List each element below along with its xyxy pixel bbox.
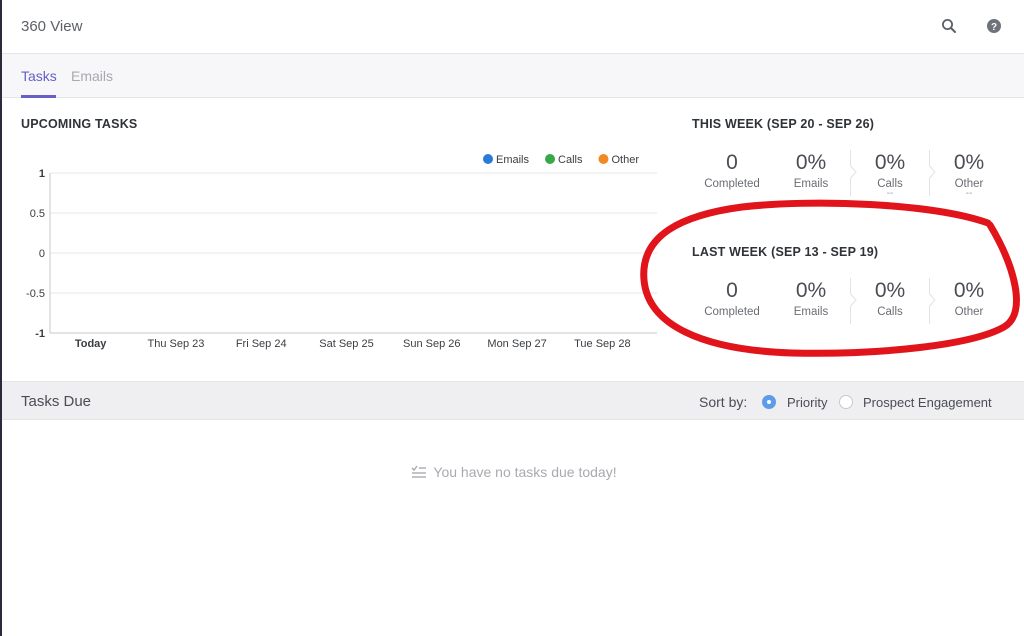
last-week-calls: 0% Calls: [850, 278, 930, 318]
tab-bar: Tasks Emails: [2, 54, 1024, 98]
y-tick-label: 0.5: [30, 208, 45, 220]
legend-marker-calls: [545, 154, 556, 164]
last-week-stats: 0 Completed 0% Emails 0% Calls 0% Other: [692, 278, 1012, 338]
svg-text:?: ?: [991, 22, 997, 33]
stat-label: Emails: [793, 306, 829, 318]
this-week-emails: 0% Emails: [771, 150, 851, 190]
search-icon[interactable]: [940, 17, 958, 35]
stat-label: Other: [954, 306, 984, 318]
prospect-engagement-radio[interactable]: [839, 395, 853, 409]
empty-message: You have no tasks due today!: [433, 464, 617, 480]
priority-radio[interactable]: [762, 395, 776, 409]
legend-marker-other: [598, 154, 609, 164]
legend-marker-emails: [483, 154, 493, 164]
prospect-engagement-radio-label[interactable]: Prospect Engagement: [863, 395, 992, 410]
this-week-completed: 0 Completed: [692, 150, 772, 190]
stat-value: 0%: [874, 279, 906, 302]
upcoming-tasks-title: UPCOMING TASKS: [21, 117, 138, 131]
stat-value: 0%: [795, 279, 827, 302]
y-tick-label: -1: [35, 328, 45, 340]
legend-label-emails: Emails: [496, 154, 530, 166]
this-week-title: THIS WEEK (SEP 20 - SEP 26): [692, 117, 875, 131]
this-week-stats: 0 Completed 0% Emails 0% Calls -- 0% Oth…: [692, 150, 1012, 210]
legend-label-other: Other: [611, 154, 639, 166]
y-tick-label: 0: [39, 248, 45, 260]
help-icon[interactable]: ?: [985, 17, 1003, 35]
task-list-icon: [411, 465, 427, 482]
this-week-calls: 0% Calls --: [850, 150, 930, 199]
page-title: 360 View: [21, 18, 83, 35]
this-week-other: 0% Other --: [929, 150, 1009, 199]
x-tick-label: Thu Sep 23: [147, 338, 204, 350]
upcoming-tasks-chart: 1 0.5 0 -0.5 -1 Today Thu Sep 23 Fri Sep 24 Sat …: [26, 154, 657, 350]
stat-value: 0%: [795, 151, 827, 174]
x-tick-label: Sat Sep 25: [319, 338, 373, 350]
top-bar: 360 View ?: [2, 0, 1024, 54]
x-tick-label: Tue Sep 28: [574, 338, 630, 350]
x-tick-label: Fri Sep 24: [236, 338, 287, 350]
empty-state: You have no tasks due today!: [2, 464, 1024, 482]
legend-label-calls: Calls: [558, 154, 583, 166]
y-tick-label: -0.5: [26, 288, 45, 300]
last-week-title: LAST WEEK (SEP 13 - SEP 19): [692, 245, 879, 259]
y-tick-label: 1: [39, 168, 45, 180]
window-frame: 360 View ? Tasks Emails UPCOMING TASKS 1…: [0, 0, 1024, 636]
stat-label: Emails: [793, 178, 829, 190]
stat-sub: --: [886, 188, 894, 199]
last-week-completed: 0 Completed: [692, 278, 772, 318]
stat-label: Calls: [877, 306, 903, 318]
x-tick-label: Sun Sep 26: [403, 338, 461, 350]
stat-sub: --: [965, 188, 973, 199]
x-tick-label: Today: [75, 338, 107, 350]
tab-emails[interactable]: Emails: [71, 68, 113, 84]
stat-label: Completed: [704, 306, 760, 318]
stat-value: 0%: [874, 151, 906, 174]
sort-by-label: Sort by:: [699, 394, 748, 410]
priority-radio-label[interactable]: Priority: [787, 395, 827, 410]
x-tick-label: Mon Sep 27: [487, 338, 546, 350]
stat-value: 0: [726, 151, 738, 174]
tasks-due-bar: Tasks Due Sort by: Priority Prospect Eng…: [2, 381, 1024, 420]
stat-value: 0: [726, 279, 738, 302]
last-week-emails: 0% Emails: [771, 278, 851, 318]
last-week-other: 0% Other: [929, 278, 1009, 318]
tasks-due-title: Tasks Due: [21, 393, 92, 410]
stat-value: 0%: [953, 279, 985, 302]
tab-tasks[interactable]: Tasks: [21, 68, 57, 84]
active-tab-indicator: [21, 95, 56, 98]
stat-value: 0%: [953, 151, 985, 174]
stat-label: Completed: [704, 178, 760, 190]
